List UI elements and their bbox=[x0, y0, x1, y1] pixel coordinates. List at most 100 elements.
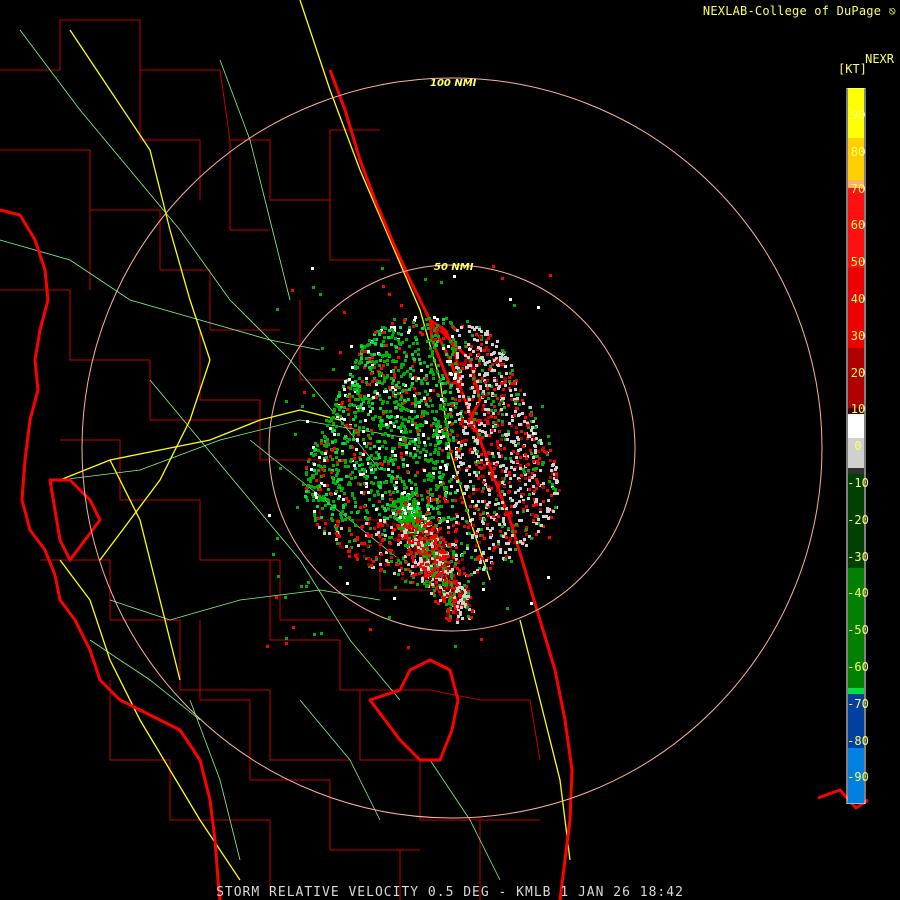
echo-pixel bbox=[322, 474, 325, 477]
echo-pixel bbox=[471, 609, 474, 612]
echo-pixel bbox=[450, 573, 453, 576]
echo-pixel bbox=[368, 398, 371, 401]
echo-pixel bbox=[445, 603, 448, 606]
echo-pixel bbox=[353, 404, 356, 407]
echo-pixel bbox=[395, 384, 398, 387]
echo-pixel bbox=[357, 544, 360, 547]
echo-pixel bbox=[435, 384, 438, 387]
echo-pixel bbox=[328, 420, 331, 423]
echo-pixel bbox=[497, 494, 500, 497]
echo-pixel bbox=[440, 505, 443, 508]
echo-pixel bbox=[558, 489, 561, 492]
echo-pixel bbox=[452, 556, 455, 559]
echo-pixel bbox=[459, 447, 462, 450]
echo-pixel bbox=[364, 419, 367, 422]
echo-pixel bbox=[378, 364, 381, 367]
echo-pixel bbox=[456, 587, 459, 590]
echo-pixel bbox=[513, 468, 516, 471]
echo-pixel bbox=[497, 515, 500, 518]
echo-pixel bbox=[450, 415, 453, 418]
echo-pixel bbox=[435, 410, 438, 413]
echo-pixel bbox=[484, 431, 487, 434]
echo-pixel bbox=[378, 513, 381, 516]
echo-pixel bbox=[335, 490, 338, 493]
echo-pixel bbox=[444, 558, 447, 561]
echo-pixel bbox=[355, 461, 358, 464]
echo-pixel bbox=[326, 459, 329, 462]
echo-pixel bbox=[360, 345, 363, 348]
echo-pixel bbox=[417, 348, 420, 351]
echo-pixel bbox=[391, 436, 394, 439]
echo-pixel bbox=[433, 316, 436, 319]
echo-pixel bbox=[317, 464, 320, 467]
echo-pixel bbox=[417, 445, 420, 448]
echo-pixel bbox=[391, 532, 394, 535]
echo-pixel bbox=[336, 520, 339, 523]
radar-map[interactable]: 100 NMI 50 NMI bbox=[0, 0, 900, 900]
echo-pixel bbox=[373, 457, 376, 460]
echo-pixel bbox=[348, 378, 351, 381]
echo-pixel bbox=[397, 426, 400, 429]
echo-pixel bbox=[425, 450, 428, 453]
echo-pixel bbox=[377, 525, 380, 528]
echo-pixel bbox=[390, 480, 393, 483]
echo-pixel bbox=[420, 379, 423, 382]
echo-pixel bbox=[379, 519, 382, 522]
echo-pixel bbox=[431, 545, 434, 548]
echo-pixel bbox=[319, 488, 322, 491]
echo-pixel bbox=[433, 542, 436, 545]
echo-pixel bbox=[461, 591, 464, 594]
echo-pixel bbox=[459, 594, 462, 597]
echo-pixel bbox=[354, 424, 357, 427]
echo-pixel bbox=[405, 561, 408, 564]
echo-pixel bbox=[347, 465, 350, 468]
echo-pixel bbox=[411, 353, 414, 356]
echo-pixel bbox=[445, 487, 448, 490]
echo-pixel bbox=[496, 440, 499, 443]
echo-pixel bbox=[405, 444, 408, 447]
echo-pixel bbox=[489, 567, 492, 570]
echo-pixel bbox=[472, 485, 475, 488]
echo-pixel bbox=[447, 438, 450, 441]
echo-pixel bbox=[438, 471, 441, 474]
echo-pixel bbox=[396, 490, 399, 493]
echo-pixel bbox=[461, 421, 464, 424]
echo-pixel bbox=[397, 559, 400, 562]
echo-pixel bbox=[471, 451, 474, 454]
echo-pixel bbox=[509, 537, 512, 540]
echo-pixel bbox=[444, 579, 447, 582]
echo-pixel bbox=[421, 327, 424, 330]
echo-pixel bbox=[347, 500, 350, 503]
echo-pixel bbox=[378, 535, 381, 538]
echo-pixel bbox=[470, 421, 473, 424]
echo-pixel bbox=[456, 621, 459, 624]
echo-pixel bbox=[423, 537, 426, 540]
echo-pixel bbox=[396, 415, 399, 418]
echo-pixel bbox=[383, 360, 386, 363]
echo-pixel bbox=[408, 519, 411, 522]
echo-pixel bbox=[419, 529, 422, 532]
echo-pixel bbox=[400, 333, 403, 336]
echo-pixel bbox=[339, 415, 342, 418]
echo-pixel bbox=[504, 513, 507, 516]
echo-pixel bbox=[368, 558, 371, 561]
echo-pixel bbox=[378, 333, 381, 336]
echo-pixel bbox=[489, 533, 492, 536]
echo-pixel bbox=[436, 436, 439, 439]
echo-pixel bbox=[353, 388, 356, 391]
echo-pixel bbox=[494, 475, 497, 478]
echo-pixel bbox=[359, 483, 362, 486]
echo-pixel bbox=[333, 447, 336, 450]
echo-pixel bbox=[367, 563, 370, 566]
echo-pixel bbox=[500, 382, 503, 385]
highways bbox=[59, 0, 571, 881]
echo-pixel bbox=[450, 518, 453, 521]
echo-pixel bbox=[486, 527, 489, 530]
echo-pixel bbox=[468, 403, 471, 406]
echo-pixel bbox=[451, 363, 454, 366]
echo-pixel bbox=[438, 430, 441, 433]
echo-pixel bbox=[542, 515, 545, 518]
echo-pixel bbox=[473, 512, 476, 515]
echo-pixel bbox=[482, 522, 485, 525]
echo-pixel bbox=[349, 387, 352, 390]
